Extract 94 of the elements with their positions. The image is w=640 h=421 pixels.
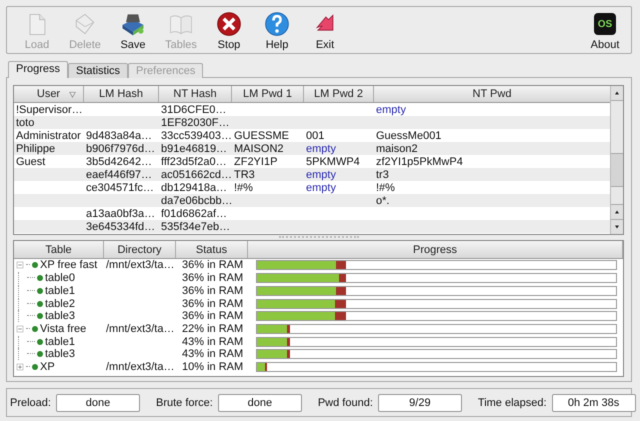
status-label: Brute force: [156,396,213,409]
toolbar-button[interactable]: Help [253,10,301,52]
table-cell-text: maison2 [375,142,419,155]
table-cell-text: GuessMe001 [375,130,442,142]
column-header[interactable]: LM Hash [84,86,159,102]
status-cell-text: 43% in RAM [181,336,244,348]
table-name[interactable]: XP free fast [40,259,98,272]
toolbar-button[interactable]: Save [109,10,157,52]
column-header[interactable]: Status [176,241,248,258]
status-field: 0h 2m 38s [552,394,636,412]
table-cell-text: 001 [305,130,326,142]
table-cell-text: ce304571fc… [85,182,155,194]
table-name[interactable]: table2 [45,298,75,310]
status-cell-text: 22% in RAM [181,322,244,335]
status-cell-text: 36% in RAM [181,272,244,284]
directory-cell-text: /mnt/ext3/ta… [105,259,176,272]
table-cell-text: empty [305,168,337,181]
table-cell-text: !#% [233,182,254,194]
column-header[interactable]: User [14,86,84,102]
directory-cell-text: /mnt/ext3/ta… [105,360,176,373]
table-cell-text: 3e645334fd… [85,220,156,233]
column-header[interactable]: Progress [248,241,623,258]
table-cell-text: toto [15,116,36,129]
table-cell-text: da7e06bcbb… [160,194,232,207]
scrollbar-thumb[interactable] [611,153,623,188]
table-cell-text: tr3 [375,168,390,181]
status-cell-text: 43% in RAM [181,348,244,360]
directory-cell-text: /mnt/ext3/ta… [105,322,176,335]
table-cell-text: db129418a… [160,182,228,194]
table-cell-text: GUESSME [233,130,290,142]
table-cell-text: b91e46819… [160,142,228,155]
status-field: 9/29 [378,394,462,412]
table-cell-text: MAISON2 [233,142,285,155]
scroll-up-icon [613,89,621,98]
column-header[interactable]: NT Hash [159,86,232,102]
table-cell-text: Guest [15,156,46,168]
table-name[interactable]: table1 [45,284,75,297]
stop-icon [215,10,243,38]
table-cell-text: !Supervisor… [15,104,84,116]
scroll-up-icon [613,208,621,216]
status-field: done [218,394,302,412]
status-cell-text: 36% in RAM [181,310,244,322]
table-cell-text: b906f7976d… [85,142,156,155]
collapse-icon[interactable] [16,261,24,270]
table-name[interactable]: Vista free [40,322,86,335]
status-label: Preload: [10,396,51,409]
column-header[interactable]: LM Pwd 1 [232,86,304,102]
table-name[interactable]: table0 [45,272,75,284]
table-cell-text: f01d6862af… [160,208,228,220]
help-icon [263,10,291,38]
status-cell-text: 36% in RAM [181,284,244,297]
table-cell-text: fff23d5f2a0… [160,156,228,168]
table-cell-text: 33cc539403… [160,130,232,142]
toolbar-button[interactable]: Exit [301,10,349,52]
status-label: Time elapsed: [478,396,547,409]
column-header[interactable]: LM Pwd 2 [304,86,374,102]
status-cell-text: 36% in RAM [181,298,244,310]
table-cell-text: 535f34e7eb… [160,220,232,233]
status-field: done [56,394,140,412]
table-name[interactable]: table1 [45,336,75,348]
table-name[interactable]: XP [40,360,55,373]
app-logo: OS [594,13,616,36]
table-cell-text: 3b5d42642… [85,156,154,168]
sort-icon [68,90,77,99]
table-cell-text: empty [375,104,407,116]
collapse-icon[interactable] [16,324,24,333]
about-button[interactable]: OS About [585,13,625,52]
expand-icon[interactable] [16,362,24,371]
table-cell-text: 9d483a84a… [85,130,154,142]
table-cell-text: TR3 [233,168,256,181]
table-cell-text: eaef446f97… [85,168,154,181]
table-cell-text: 1EF82030F… [160,116,230,129]
table-cell-text: o*. [375,194,390,207]
toolbar-button[interactable]: Stop [205,10,253,52]
table-cell-text: a13aa0bf3a… [85,208,156,220]
table-cell-text: ZF2YI1P [233,156,278,168]
table-cell-text: 31D6CFE0… [160,104,228,116]
table-cell-text: !#% [375,182,396,194]
column-header[interactable]: Table [14,241,104,258]
table-name[interactable]: table3 [45,348,75,360]
table-name[interactable]: table3 [45,310,75,322]
table-cell-text: ac051662cd… [160,168,232,181]
tab[interactable]: Statistics [68,63,128,78]
table-cell-text: zf2YI1p5PkMwP4 [375,156,464,168]
table-cell-text: empty [305,182,337,194]
table-cell-text: empty [305,142,337,155]
tab[interactable]: Progress [8,61,68,78]
status-cell-text: 10% in RAM [181,360,244,373]
column-header[interactable]: Directory [104,241,176,258]
table-cell-text: Philippe [15,142,56,155]
table-cell-text: 5PKMWP4 [305,156,361,168]
status-cell-text: 36% in RAM [181,259,244,272]
table-cell-text: Administrator [15,130,82,142]
status-label: Pwd found: [318,396,373,409]
